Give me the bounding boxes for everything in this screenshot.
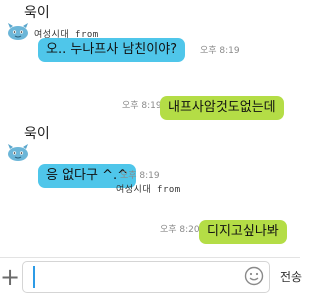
outgoing-message-bubble[interactable]: 내프사암것도없는데 (160, 96, 284, 120)
avatar[interactable] (6, 22, 30, 40)
message-timestamp: 오후 8:20 (160, 225, 200, 235)
message-timestamp: 오후 8:19 (122, 101, 162, 111)
outgoing-message-bubble[interactable]: 디지고싶나봐 (199, 220, 287, 244)
message-timestamp: 오후 8:19 (120, 171, 160, 181)
send-button[interactable]: 전송 (280, 268, 302, 285)
monster-avatar-icon (8, 23, 28, 40)
plus-icon[interactable]: + (0, 262, 20, 292)
sender-name: 욱이 (24, 126, 50, 142)
sender-name: 욱이 (24, 5, 50, 21)
avatar[interactable] (6, 143, 30, 161)
watermark-text: 여성시대 from (116, 185, 181, 195)
emoji-icon[interactable] (244, 266, 264, 286)
text-cursor (33, 266, 35, 288)
message-timestamp: 오후 8:19 (200, 46, 240, 56)
monster-avatar-icon (8, 144, 28, 161)
incoming-message-bubble[interactable]: 오.. 누나프사 남친이야? (38, 38, 186, 62)
message-input[interactable] (22, 261, 270, 293)
